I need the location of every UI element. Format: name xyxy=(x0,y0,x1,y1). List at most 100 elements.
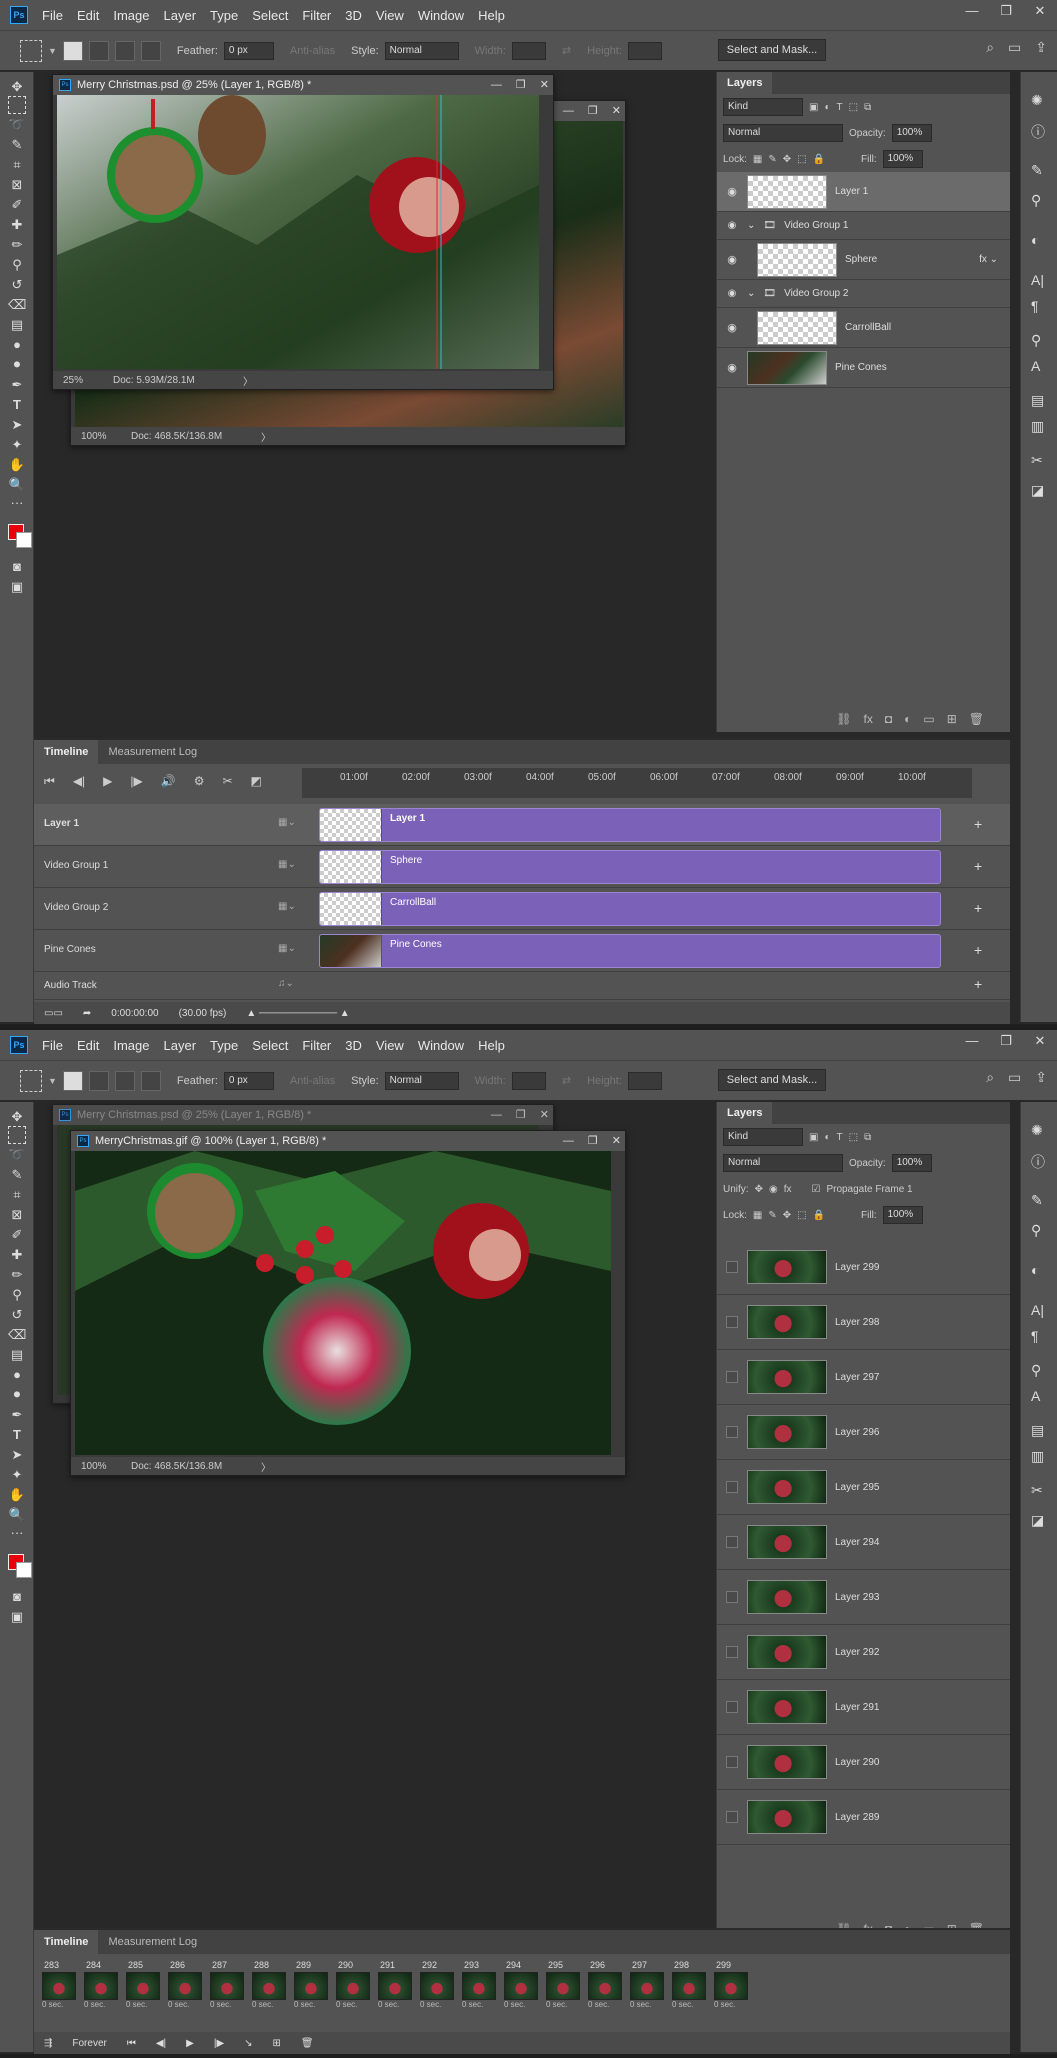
tab-measurement-log[interactable]: Measurement Log xyxy=(98,1930,207,1954)
feather-input[interactable]: 0 px xyxy=(223,41,274,60)
close-icon[interactable]: ✕ xyxy=(540,1105,549,1125)
chevron-down-icon[interactable]: ⌄ xyxy=(747,288,755,299)
document-canvas[interactable] xyxy=(57,95,539,369)
visibility-checkbox[interactable] xyxy=(726,1261,738,1273)
animation-frame[interactable]: 288 0 sec. xyxy=(250,1960,288,2022)
select-and-mask-button[interactable]: Select and Mask... xyxy=(718,1069,826,1091)
frame-delay[interactable]: 0 sec. xyxy=(82,2000,120,2009)
trash-icon[interactable]: 🗑 xyxy=(969,712,984,726)
adjustment-filter-icon[interactable]: ◐ xyxy=(824,1132,830,1143)
clone-source-icon[interactable]: ⚲ xyxy=(1031,192,1041,209)
minimize-icon[interactable]: — xyxy=(491,1105,502,1125)
unify-visibility-icon[interactable]: ◉ xyxy=(769,1184,778,1195)
menu-layer[interactable]: Layer xyxy=(164,8,197,23)
restore-icon[interactable]: ❐ xyxy=(516,1105,526,1125)
pen-tool-icon[interactable]: ✒ xyxy=(8,376,26,394)
healing-brush-icon[interactable]: ✚ xyxy=(8,1246,26,1264)
layer-row[interactable]: Layer 292 xyxy=(717,1625,1010,1680)
style-select[interactable]: Normal xyxy=(384,1071,459,1090)
animation-frame[interactable]: 293 0 sec. xyxy=(460,1960,498,2022)
video-clip[interactable]: CarrollBall xyxy=(319,892,941,926)
layer-name[interactable]: Layer 291 xyxy=(835,1702,879,1713)
add-media-icon[interactable]: + xyxy=(974,976,982,992)
learn-icon[interactable]: ✺ xyxy=(1031,92,1043,109)
folder-icon[interactable]: ▭ xyxy=(923,712,934,726)
lock-position-icon[interactable]: ✥ xyxy=(783,154,791,165)
dodge-tool-icon[interactable]: ⚫ xyxy=(8,1386,26,1404)
move-tool-icon[interactable]: ✥ xyxy=(8,1108,26,1126)
layer-row[interactable]: Layer 296 xyxy=(717,1405,1010,1460)
animation-frame[interactable]: 298 0 sec. xyxy=(670,1960,708,2022)
film-icon[interactable]: ▦⌄ xyxy=(278,859,296,870)
zoom-level[interactable]: 100% xyxy=(71,431,131,442)
menu-edit[interactable]: Edit xyxy=(77,8,99,23)
brush-tool-icon[interactable]: ✏ xyxy=(8,236,26,254)
layer-row[interactable]: ◉ Pine Cones xyxy=(717,348,1010,388)
adjustment-filter-icon[interactable]: ◐ xyxy=(824,102,830,113)
film-icon[interactable]: ▦⌄ xyxy=(278,943,296,954)
libraries-icon[interactable]: ▤ xyxy=(1031,392,1044,409)
play-icon[interactable]: ▶ xyxy=(186,2038,194,2049)
frame-delay[interactable]: 0 sec. xyxy=(418,2000,456,2009)
search-icon[interactable]: ⌕ xyxy=(986,39,994,56)
group-name[interactable]: Video Group 1 xyxy=(784,220,848,231)
layer-name[interactable]: Layer 299 xyxy=(835,1262,879,1273)
quick-mask-icon[interactable]: ◙ xyxy=(8,1588,26,1606)
eye-icon[interactable]: ◉ xyxy=(717,288,747,299)
trash-icon[interactable]: 🗑 xyxy=(301,2038,314,2049)
menu-select[interactable]: Select xyxy=(252,8,288,23)
marquee-tool-icon[interactable] xyxy=(8,96,26,114)
tools-icon[interactable]: ✂ xyxy=(1031,452,1043,469)
info-icon[interactable]: ⓘ xyxy=(1031,122,1045,142)
close-icon[interactable]: ✕ xyxy=(540,75,549,95)
intersect-selection-icon[interactable] xyxy=(140,1070,161,1091)
visibility-checkbox[interactable] xyxy=(726,1536,738,1548)
video-clip[interactable]: Layer 1 xyxy=(319,808,941,842)
paragraph-icon[interactable]: ¶ xyxy=(1031,1328,1039,1344)
frame-delay[interactable]: 0 sec. xyxy=(544,2000,582,2009)
eye-icon[interactable]: ◉ xyxy=(717,220,747,231)
tab-layers[interactable]: Layers xyxy=(717,1102,773,1124)
more-tools-icon[interactable]: ··· xyxy=(8,494,26,512)
brush-settings-icon[interactable]: ✎ xyxy=(1031,1192,1043,1209)
animation-frame[interactable]: 292 0 sec. xyxy=(418,1960,456,2022)
feather-input[interactable]: 0 px xyxy=(223,1071,274,1090)
loop-select[interactable]: Forever xyxy=(72,2038,106,2049)
swap-icon[interactable]: ⇄ xyxy=(562,44,571,57)
duplicate-frame-icon[interactable]: ⊞ xyxy=(273,2038,281,2049)
lock-transparent-icon[interactable]: ▦ xyxy=(753,154,762,165)
layer-row[interactable]: Layer 295 xyxy=(717,1460,1010,1515)
learn-icon[interactable]: ✺ xyxy=(1031,1122,1043,1139)
frame-delay[interactable]: 0 sec. xyxy=(586,2000,624,2009)
crop-tool-icon[interactable]: ⌗ xyxy=(8,1186,26,1204)
layer-name[interactable]: Layer 1 xyxy=(835,186,868,197)
chevron-right-icon[interactable]: 〉 xyxy=(243,373,253,388)
screen-mode-icon[interactable]: ▣ xyxy=(8,1608,26,1626)
marquee-tool-icon[interactable] xyxy=(8,1126,26,1144)
tab-timeline[interactable]: Timeline xyxy=(34,740,99,764)
layer-row[interactable]: Layer 299 xyxy=(717,1240,1010,1295)
lasso-tool-icon[interactable]: ➰ xyxy=(8,1146,26,1164)
timeline-track[interactable]: Video Group 1 ▦⌄ Sphere + xyxy=(34,846,1010,888)
video-clip[interactable]: Sphere xyxy=(319,850,941,884)
tab-measurement-log[interactable]: Measurement Log xyxy=(98,740,207,764)
menu-filter[interactable]: Filter xyxy=(302,8,331,23)
layer-name[interactable]: Layer 292 xyxy=(835,1647,879,1658)
timeline-track[interactable]: Video Group 2 ▦⌄ CarrollBall + xyxy=(34,888,1010,930)
minimize-icon[interactable]: — xyxy=(955,1030,989,1052)
music-icon[interactable]: ♫⌄ xyxy=(278,978,294,989)
width-input[interactable] xyxy=(511,41,546,60)
background-color-swatch[interactable] xyxy=(16,532,32,548)
lock-position-icon[interactable]: ✥ xyxy=(783,1210,791,1221)
chevron-down-icon[interactable]: ▼ xyxy=(48,1076,57,1086)
eye-icon[interactable]: ◉ xyxy=(717,321,747,334)
type-tool-icon[interactable]: T xyxy=(8,396,26,414)
layer-name[interactable]: Layer 296 xyxy=(835,1427,879,1438)
layer-name[interactable]: Layer 295 xyxy=(835,1482,879,1493)
chevron-right-icon[interactable]: 〉 xyxy=(261,1459,271,1474)
menu-type[interactable]: Type xyxy=(210,8,238,23)
shape-tool-icon[interactable]: ✦ xyxy=(8,436,26,454)
height-input[interactable] xyxy=(627,1071,662,1090)
type-filter-icon[interactable]: T xyxy=(837,102,843,113)
minimize-icon[interactable]: — xyxy=(955,0,989,22)
